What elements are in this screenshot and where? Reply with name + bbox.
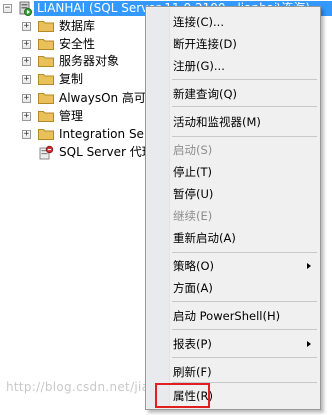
folder-icon xyxy=(38,111,54,122)
expand-icon[interactable]: + xyxy=(22,75,31,84)
menu-item-reports[interactable]: 报表(P) xyxy=(173,334,317,354)
properties-highlight-box xyxy=(155,383,210,408)
expand-icon[interactable]: + xyxy=(22,57,31,66)
menu-icon-gutter xyxy=(147,8,170,408)
tree-node-label: SQL Server 代理(已禁用代理 XP) xyxy=(59,145,154,159)
submenu-arrow-icon xyxy=(307,341,311,347)
tree-node-label: 服务器对象 xyxy=(59,54,120,68)
collapse-icon[interactable]: − xyxy=(3,4,12,13)
menu-item-connect[interactable]: 连接(C)... xyxy=(173,12,317,32)
tree-node-management[interactable]: + 管理 xyxy=(0,107,160,125)
expand-icon[interactable]: + xyxy=(22,94,31,103)
folder-icon xyxy=(38,93,54,104)
tree-node-integration-services[interactable]: + Integration Services 目录 xyxy=(0,125,160,143)
folder-icon xyxy=(38,21,54,32)
tree-node-label: 安全性 xyxy=(59,37,96,51)
menu-item-facets[interactable]: 方面(A) xyxy=(173,278,317,298)
menu-item-start: 启动(S) xyxy=(173,143,213,157)
menu-item-resume: 继续(E) xyxy=(173,209,213,223)
tree-node-label: 管理 xyxy=(59,109,84,123)
menu-item-disconnect[interactable]: 断开连接(D) xyxy=(173,34,317,54)
context-menu: 连接(C)... 断开连接(D) 注册(G)... 新建查询(Q) 活动和监视器… xyxy=(145,6,321,410)
expand-icon[interactable]: + xyxy=(22,40,31,49)
menu-item-label: 策略(O) xyxy=(173,259,215,273)
menu-separator xyxy=(172,357,317,358)
tree-node-label: 数据库 xyxy=(59,19,96,33)
menu-item-stop[interactable]: 停止(T) xyxy=(173,162,317,182)
expand-icon[interactable]: + xyxy=(22,130,31,139)
tree-node-label: AlwaysOn 高可用性 xyxy=(59,91,154,105)
folder-icon xyxy=(38,39,54,50)
tree-node-databases[interactable]: + 数据库 xyxy=(0,17,160,35)
menu-item-pause[interactable]: 暂停(U) xyxy=(173,184,317,204)
tree-node-label: Integration Services 目录 xyxy=(59,127,154,141)
menu-separator xyxy=(172,252,317,253)
expand-icon[interactable]: + xyxy=(22,112,31,121)
sql-agent-icon xyxy=(39,145,54,160)
menu-item-refresh[interactable]: 刷新(F) xyxy=(173,362,317,382)
menu-separator xyxy=(172,329,317,330)
folder-icon xyxy=(38,56,54,67)
tree-node-server-objects[interactable]: + 服务器对象 xyxy=(0,52,160,70)
menu-item-new-query[interactable]: 新建查询(Q) xyxy=(173,84,317,104)
menu-separator xyxy=(172,301,317,302)
menu-item-register[interactable]: 注册(G)... xyxy=(173,56,317,76)
submenu-arrow-icon xyxy=(307,263,311,269)
tree-node-replication[interactable]: + 复制 xyxy=(0,70,160,88)
menu-separator xyxy=(172,136,317,137)
menu-separator xyxy=(172,106,317,107)
menu-item-restart[interactable]: 重新启动(A) xyxy=(173,228,317,248)
expand-icon[interactable]: + xyxy=(22,22,31,31)
tree-node-security[interactable]: + 安全性 xyxy=(0,35,160,53)
server-icon xyxy=(19,1,32,16)
tree-node-sql-agent[interactable]: SQL Server 代理(已禁用代理 XP) xyxy=(0,143,160,161)
folder-icon xyxy=(38,129,54,140)
menu-item-activity-monitor[interactable]: 活动和监视器(M) xyxy=(173,112,317,132)
menu-item-label: 报表(P) xyxy=(173,337,212,351)
tree-node-alwayson[interactable]: + AlwaysOn 高可用性 xyxy=(0,89,160,107)
tree-node-label: 复制 xyxy=(59,72,84,86)
menu-item-policies[interactable]: 策略(O) xyxy=(173,256,317,276)
menu-separator xyxy=(172,79,317,80)
menu-item-start-powershell[interactable]: 启动 PowerShell(H) xyxy=(173,306,317,326)
folder-icon xyxy=(38,74,54,85)
